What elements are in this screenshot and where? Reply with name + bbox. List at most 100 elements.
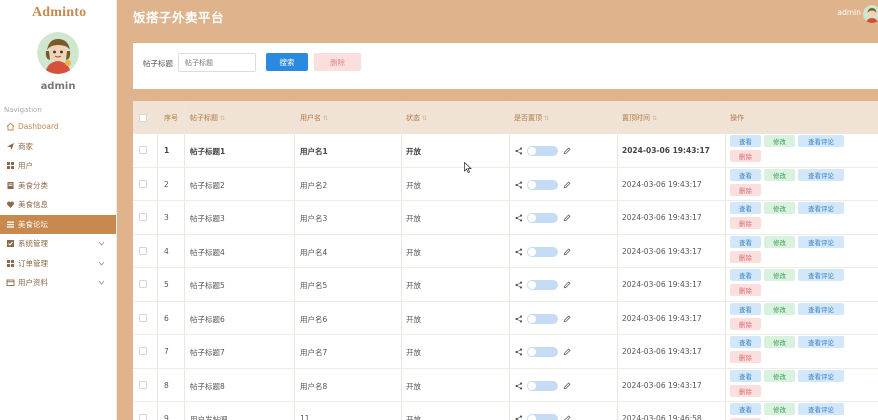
edit-button[interactable]: 修改	[764, 302, 795, 315]
edit-button[interactable]: 修改	[764, 135, 795, 147]
edit-pencil-icon[interactable]	[563, 248, 571, 256]
sidebar-item-orders[interactable]: 订单管理	[0, 254, 116, 274]
edit-button[interactable]: 修改	[764, 168, 795, 181]
row-delete-button[interactable]: 删除	[730, 150, 761, 162]
row-user: 用户名3	[300, 214, 328, 223]
col-user[interactable]: 用户名 ⇅	[300, 113, 328, 123]
share-icon[interactable]	[515, 181, 523, 189]
edit-pencil-icon[interactable]	[563, 415, 571, 420]
sidebar-item-food-category[interactable]: 美食分类	[0, 176, 116, 196]
edit-pencil-icon[interactable]	[563, 147, 571, 155]
row-index: 1	[164, 146, 170, 155]
sidebar-item-merchant[interactable]: 商家	[0, 137, 116, 157]
edit-pencil-icon[interactable]	[563, 214, 571, 222]
view-button[interactable]: 查看	[730, 135, 761, 147]
share-icon[interactable]	[515, 315, 523, 323]
row-delete-button[interactable]: 删除	[730, 351, 761, 363]
search-input[interactable]	[178, 53, 256, 72]
view-comments-button[interactable]: 查看评论	[798, 369, 844, 382]
share-icon[interactable]	[515, 348, 523, 356]
header-avatar[interactable]	[863, 5, 878, 23]
sidebar-item-system[interactable]: 系统管理	[0, 234, 116, 254]
sidebar-nav: Dashboard 商家 用户 美食分类 美食信息 美食论坛 系统管理 订单管理…	[0, 117, 116, 293]
edit-pencil-icon[interactable]	[563, 315, 571, 323]
pin-toggle[interactable]	[527, 213, 558, 223]
row-checkbox[interactable]	[139, 213, 147, 221]
pin-toggle[interactable]	[527, 179, 558, 190]
avatar[interactable]	[37, 32, 79, 74]
view-comments-button[interactable]: 查看评论	[798, 269, 844, 281]
share-icon[interactable]	[515, 214, 523, 222]
search-button[interactable]: 搜索	[266, 53, 308, 71]
row-delete-button[interactable]: 删除	[730, 250, 761, 263]
row-checkbox[interactable]	[139, 280, 147, 288]
pin-toggle[interactable]	[527, 380, 558, 391]
edit-button[interactable]: 修改	[764, 202, 795, 214]
edit-button[interactable]: 修改	[764, 269, 795, 281]
view-button[interactable]: 查看	[730, 168, 761, 181]
row-delete-button[interactable]: 删除	[730, 217, 761, 229]
edit-pencil-icon[interactable]	[563, 348, 571, 356]
share-icon[interactable]	[515, 147, 523, 155]
sidebar-item-dashboard[interactable]: Dashboard	[0, 117, 116, 137]
view-comments-button[interactable]: 查看评论	[798, 135, 844, 147]
sidebar-item-profile[interactable]: 用户资料	[0, 273, 116, 293]
share-icon[interactable]	[515, 415, 523, 420]
row-delete-button[interactable]: 删除	[730, 183, 761, 196]
view-button[interactable]: 查看	[730, 269, 761, 281]
row-checkbox[interactable]	[139, 313, 147, 322]
header-username[interactable]: admin	[838, 8, 862, 17]
home-icon	[6, 122, 15, 131]
view-button[interactable]: 查看	[730, 202, 761, 214]
col-pin-time[interactable]: 置顶时间 ⇅	[622, 113, 657, 123]
view-comments-button[interactable]: 查看评论	[798, 302, 844, 315]
view-comments-button[interactable]: 查看评论	[798, 235, 844, 248]
edit-pencil-icon[interactable]	[563, 382, 571, 390]
share-icon[interactable]	[515, 382, 523, 390]
delete-button[interactable]: 删除	[314, 53, 361, 71]
row-checkbox[interactable]	[139, 347, 147, 355]
sidebar-item-food-info[interactable]: 美食信息	[0, 195, 116, 215]
view-button[interactable]: 查看	[730, 235, 761, 248]
sidebar: Adminto admin Navigation Dashboard 商家 用户…	[0, 0, 117, 420]
view-button[interactable]: 查看	[730, 403, 761, 415]
row-checkbox[interactable]	[139, 414, 147, 420]
edit-button[interactable]: 修改	[764, 369, 795, 382]
edit-button[interactable]: 修改	[764, 403, 795, 415]
row-checkbox[interactable]	[139, 380, 147, 389]
pin-toggle[interactable]	[527, 347, 558, 357]
col-pinned[interactable]: 是否置顶 ⇅	[514, 113, 549, 123]
sidebar-item-food-forum[interactable]: 美食论坛	[0, 214, 116, 234]
sidebar-item-users[interactable]: 用户	[0, 156, 116, 176]
view-comments-button[interactable]: 查看评论	[798, 202, 844, 214]
sidebar-item-label: 系统管理	[18, 239, 48, 249]
row-checkbox[interactable]	[139, 146, 147, 154]
edit-pencil-icon[interactable]	[563, 281, 571, 289]
view-comments-button[interactable]: 查看评论	[798, 403, 844, 415]
col-status[interactable]: 状态 ⇅	[406, 113, 427, 123]
view-button[interactable]: 查看	[730, 302, 761, 315]
sidebar-item-label: 用户资料	[18, 278, 48, 288]
pin-toggle[interactable]	[527, 246, 558, 257]
row-delete-button[interactable]: 删除	[730, 317, 761, 330]
view-button[interactable]: 查看	[730, 369, 761, 382]
view-comments-button[interactable]: 查看评论	[798, 336, 844, 348]
share-icon[interactable]	[515, 281, 523, 289]
pin-toggle[interactable]	[527, 280, 558, 290]
share-icon[interactable]	[515, 248, 523, 256]
row-checkbox[interactable]	[139, 246, 147, 255]
edit-pencil-icon[interactable]	[563, 181, 571, 189]
col-title[interactable]: 帖子标题 ⇅	[190, 113, 225, 123]
row-checkbox[interactable]	[139, 179, 147, 188]
pin-toggle[interactable]	[527, 414, 558, 420]
row-delete-button[interactable]: 删除	[730, 284, 761, 296]
select-all-checkbox[interactable]	[139, 114, 147, 122]
edit-button[interactable]: 修改	[764, 336, 795, 348]
view-button[interactable]: 查看	[730, 336, 761, 348]
row-delete-button[interactable]: 删除	[730, 384, 761, 397]
view-comments-button[interactable]: 查看评论	[798, 168, 844, 181]
brand-logo[interactable]: Adminto	[0, 0, 116, 26]
edit-button[interactable]: 修改	[764, 235, 795, 248]
pin-toggle[interactable]	[527, 146, 558, 156]
pin-toggle[interactable]	[527, 313, 558, 324]
